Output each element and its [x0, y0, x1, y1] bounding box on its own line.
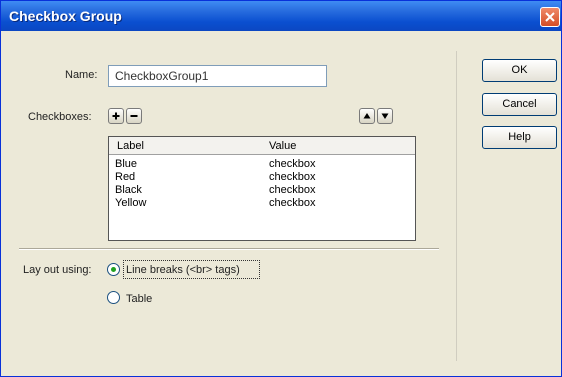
item-label: Blue [115, 158, 138, 170]
list-item[interactable]: Yellow checkbox [109, 197, 415, 210]
item-value: checkbox [269, 171, 316, 183]
item-value: checkbox [269, 184, 316, 196]
close-button[interactable] [540, 7, 560, 27]
list-item[interactable]: Blue checkbox [109, 158, 415, 171]
arrow-up-icon [363, 113, 371, 119]
item-value: checkbox [269, 158, 316, 170]
minus-icon [130, 115, 138, 117]
list-item[interactable]: Red checkbox [109, 171, 415, 184]
vertical-divider [456, 51, 457, 361]
close-icon [545, 12, 555, 22]
checkbox-group-dialog: Checkbox Group Name: CheckboxGroup1 Chec… [0, 0, 562, 377]
line-breaks-radio[interactable] [107, 263, 120, 276]
cancel-button[interactable]: Cancel [482, 93, 557, 116]
checkbox-list[interactable]: Label Value Blue checkbox Red checkbox B… [108, 136, 416, 241]
checkboxes-label: Checkboxes: [28, 111, 92, 123]
line-breaks-label[interactable]: Line breaks (<br> tags) [126, 264, 240, 276]
help-button[interactable]: Help [482, 126, 557, 149]
item-label: Black [115, 184, 142, 196]
divider [19, 248, 439, 250]
list-header: Label Value [109, 137, 415, 155]
item-label: Yellow [115, 197, 147, 209]
list-item[interactable]: Black checkbox [109, 184, 415, 197]
column-header-label[interactable]: Label [117, 140, 144, 152]
move-up-button[interactable] [359, 108, 375, 124]
column-header-value[interactable]: Value [269, 140, 296, 152]
arrow-down-icon [381, 113, 389, 119]
plus-icon [112, 112, 120, 120]
title-bar[interactable]: Checkbox Group [1, 1, 561, 31]
table-label[interactable]: Table [126, 293, 152, 305]
dialog-title: Checkbox Group [9, 8, 122, 24]
ok-button[interactable]: OK [482, 59, 557, 82]
add-item-button[interactable] [108, 108, 124, 124]
table-radio[interactable] [107, 291, 120, 304]
name-label: Name: [65, 69, 98, 81]
move-down-button[interactable] [377, 108, 393, 124]
item-label: Red [115, 171, 136, 183]
layout-label: Lay out using: [23, 264, 92, 276]
name-field[interactable]: CheckboxGroup1 [108, 65, 327, 87]
remove-item-button[interactable] [126, 108, 142, 124]
item-value: checkbox [269, 197, 316, 209]
